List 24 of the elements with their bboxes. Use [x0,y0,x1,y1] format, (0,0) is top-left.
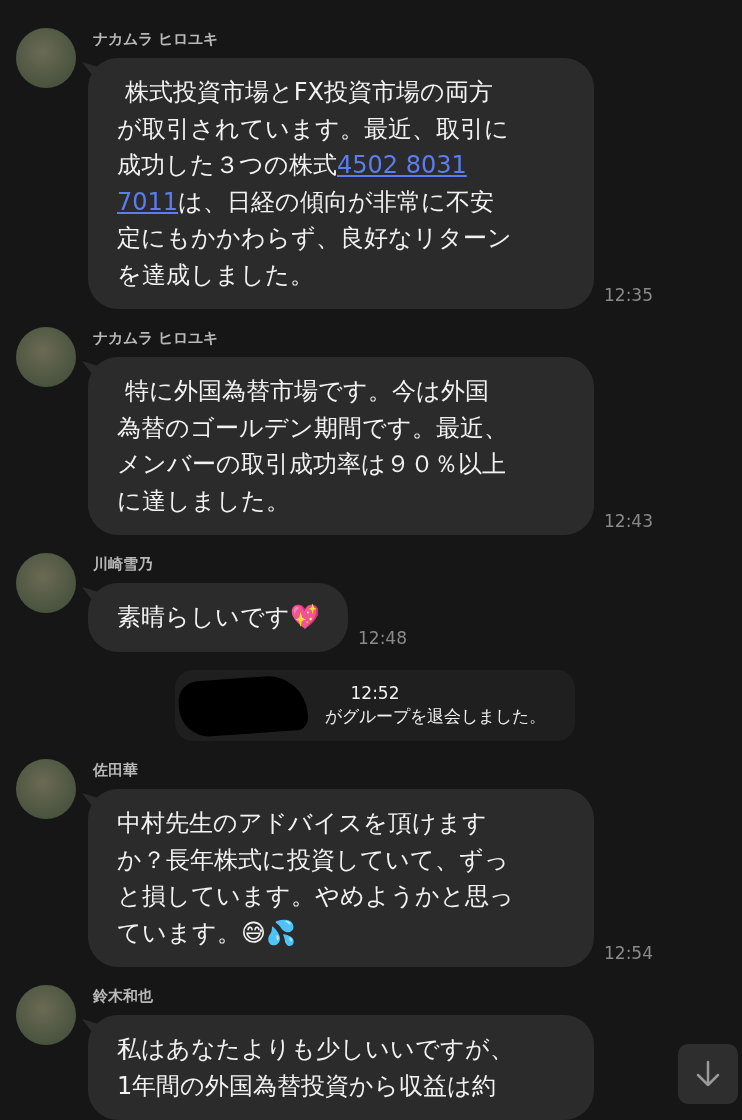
message-time: 12:35 [604,285,653,305]
sender-name: ナカムラ ヒロユキ [93,30,220,48]
avatar-photo[interactable] [16,553,76,613]
sender-name: 川崎雪乃 [93,555,154,573]
notice-text: がグループを退会しました。 [324,704,546,728]
scroll-down-button[interactable] [678,1044,738,1104]
stock-code-link[interactable]: 7011 [117,187,179,216]
message-text: 株式投資市場とFX投資市場の両方 が取引されています。最近、取引に 成功した３つの株式4502 8031 7011は、日経の傾向が非常に不安 定にもかかわらず、良好なリターン を達成しました。 [117,77,513,291]
message-text: 素晴らしいです💖 [117,602,320,633]
message-time: 12:54 [604,943,653,963]
notice-time: 12:52 [350,682,400,703]
message-text: 私はあなたよりも少しいいですが、 1年間の外国為替投資から収益は約 [117,1034,515,1102]
avatar-photo[interactable] [16,327,76,387]
stock-code-link[interactable]: 4502 8031 [337,151,467,179]
message-text: 特に外国為替市場です。今は外国 為替のゴールデン期間です。最近、 メンバーの取引成功率は９０％以上 に達しました。 [117,376,509,517]
avatar-photo[interactable] [16,759,76,819]
sender-name: 佐田華 [93,761,139,779]
message-time: 12:48 [358,627,407,648]
sender-name: ナカムラ ヒロユキ [93,329,220,347]
message-text: 中村先生のアドバイスを頂けます か？長年株式に投資していて、ずっ と損しています。やめようかと思っ ています。😅💦 [117,808,515,949]
avatar-photo[interactable] [16,28,76,88]
message-time: 12:43 [604,511,653,531]
avatar-photo[interactable] [16,985,76,1045]
sender-name: 鈴木和也 [93,987,154,1005]
